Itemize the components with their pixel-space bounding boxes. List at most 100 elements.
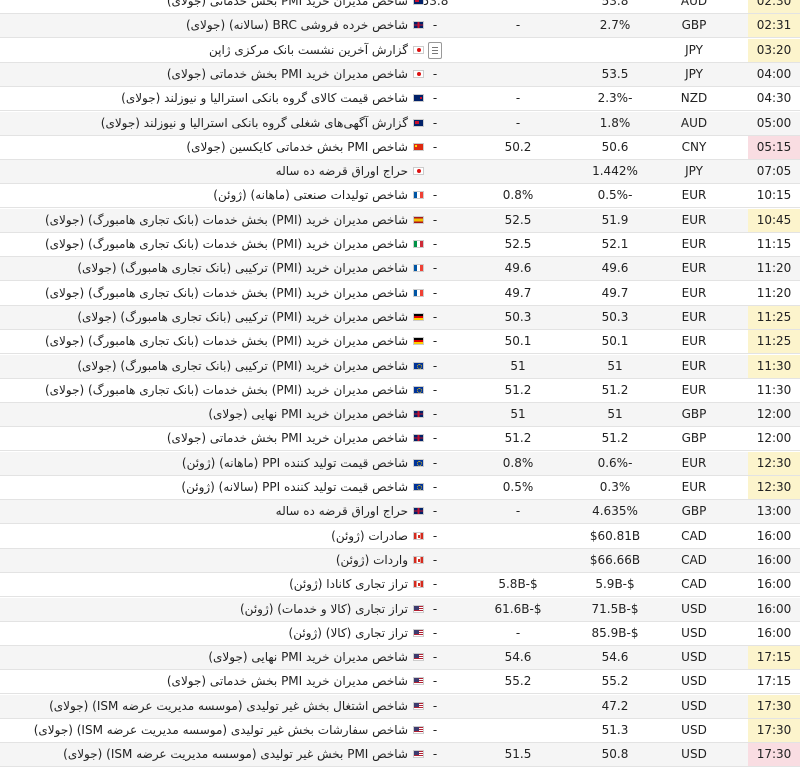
- event-name[interactable]: واردات (ژوئن): [336, 553, 408, 567]
- event-cell: شاخص مدیران خرید PMI بخش خدماتی (جولای): [0, 63, 424, 86]
- event-name[interactable]: شاخص تولیدات صنعتی (ماهانه) (ژوئن): [213, 188, 408, 202]
- event-name[interactable]: شاخص قیمت تولید کننده PPI (سالانه) (ژوئن…: [181, 480, 408, 494]
- event-row[interactable]: 17:15 USD 54.6 54.6- شاخص مدیران خرید PMI نه…: [0, 646, 800, 670]
- event-name[interactable]: شاخص مدیران خرید PMI بخش خدماتی (جولای): [167, 0, 408, 8]
- event-row[interactable]: 02:30 AUD 53.8 53.8 شاخص مدیران خرید PMI بخش…: [0, 0, 800, 14]
- event-name[interactable]: شاخص مدیران خرید (PMI) بخش خدمات (بانک ت…: [45, 334, 408, 348]
- event-row[interactable]: 12:30 EUR 0.6%- 0.8% - شاخص قیمت تولید کننده …: [0, 452, 800, 476]
- event-currency: CAD: [681, 577, 707, 591]
- event-name[interactable]: شاخص مدیران خرید (PMI) ترکیبی (بانک تجار…: [77, 310, 408, 324]
- event-name[interactable]: شاخص قیمت تولید کننده PPI (ماهانه) (ژوئن…: [182, 456, 408, 470]
- event-row[interactable]: 16:00 USD 71.5B-$ 61.6B-$ - تراز تجاری (کالا …: [0, 598, 800, 622]
- event-name[interactable]: شاخص مدیران خرید PMI نهایی (جولای): [208, 407, 408, 421]
- event-actual: 50.6: [601, 140, 629, 154]
- event-row[interactable]: 11:15 EUR 52.1 52.5- شاخص مدیران خرید (PMI) …: [0, 233, 800, 257]
- event-name[interactable]: تراز تجاری (کالا و خدمات) (ژوئن): [240, 602, 408, 616]
- event-row[interactable]: 17:15 USD 55.2 55.2- شاخص مدیران خرید PMI بخ…: [0, 670, 800, 694]
- event-row[interactable]: 11:20 EUR 49.7 49.7- شاخص مدیران خرید (PMI) …: [0, 282, 800, 306]
- event-row[interactable]: 03:20 JPY گزارش آخرین نشست بانک مرکزی ژاپن: [0, 39, 800, 63]
- event-row[interactable]: 16:00 CAD 5.9B-$ 5.8B-$ - تراز تجاری کانادا (…: [0, 573, 800, 597]
- event-name[interactable]: گزارش آگهی‌های شغلی گروه بانکی استرالیا …: [101, 116, 408, 130]
- event-name[interactable]: تراز تجاری (کالا) (ژوئن): [289, 626, 408, 640]
- document-icon[interactable]: [428, 42, 442, 59]
- event-time: 11:30: [748, 355, 800, 378]
- event-forecast: 54.6: [504, 650, 532, 664]
- event-actual: 47.2: [601, 699, 629, 713]
- event-name[interactable]: شاخص قیمت کالای گروه بانکی استرالیا و نی…: [121, 91, 408, 105]
- event-row[interactable]: 11:20 EUR 49.6 49.6- شاخص مدیران خرید (PMI) …: [0, 257, 800, 281]
- event-row[interactable]: 17:30 USD 47.2- شاخص اشتغال بخش غیر تولیدی …: [0, 695, 800, 719]
- event-time: 02:31: [748, 14, 800, 37]
- event-row[interactable]: 04:00 JPY 53.5- شاخص مدیران خرید PMI بخش خد…: [0, 63, 800, 87]
- event-name[interactable]: شاخص PMI بخش خدماتی کایکسین (جولای): [186, 140, 408, 154]
- event-currency: USD: [681, 650, 707, 664]
- event-name[interactable]: حراج اوراق قرضه ده ساله: [276, 504, 408, 518]
- event-actual: 85.9B-$: [591, 626, 639, 640]
- event-forecast: 50.3: [504, 310, 532, 324]
- event-row[interactable]: 07:05 JPY 1.442% حراج اوراق قرضه ده ساله: [0, 160, 800, 184]
- event-row[interactable]: 11:25 EUR 50.1 50.1- شاخص مدیران خرید (PMI) …: [0, 330, 800, 354]
- event-row[interactable]: 16:00 CAD $66.66B - واردات (ژوئن): [0, 549, 800, 573]
- event-row[interactable]: 05:15 CNY 50.6 50.2- شاخص PMI بخش خدماتی کای…: [0, 136, 800, 160]
- event-name[interactable]: تراز تجاری کانادا (ژوئن): [289, 577, 408, 591]
- event-forecast: 61.6B-$: [494, 602, 542, 616]
- event-name[interactable]: شاخص مدیران خرید (PMI) بخش خدمات (بانک ت…: [45, 237, 408, 251]
- event-row[interactable]: 11:30 EUR 51.2 51.2- شاخص مدیران خرید (PMI) …: [0, 379, 800, 403]
- event-name[interactable]: صادرات (ژوئن): [331, 529, 408, 543]
- event-actual: 71.5B-$: [591, 602, 639, 616]
- event-row[interactable]: 12:30 EUR 0.3% 0.5% - شاخص قیمت تولید کننده P…: [0, 476, 800, 500]
- event-name[interactable]: شاخص مدیران خرید (PMI) بخش خدمات (بانک ت…: [45, 213, 408, 227]
- event-row[interactable]: 12:00 GBP 51 51- شاخص مدیران خرید PMI نهایی …: [0, 403, 800, 427]
- event-name-wrap: حراج اوراق قرضه ده ساله: [276, 500, 424, 523]
- event-name[interactable]: شاخص مدیران خرید (PMI) ترکیبی (بانک تجار…: [77, 261, 408, 275]
- event-row[interactable]: 17:30 USD 51.3- شاخص سفارشات بخش غیر تولیدی…: [0, 719, 800, 743]
- event-name[interactable]: شاخص مدیران خرید PMI بخش خدماتی (جولای): [167, 431, 408, 445]
- event-forecast: -: [515, 626, 521, 640]
- event-cell: تراز تجاری (کالا و خدمات) (ژوئن): [0, 598, 424, 621]
- event-currency: JPY: [685, 43, 703, 57]
- event-name[interactable]: شاخص مدیران خرید PMI بخش خدماتی (جولای): [167, 674, 408, 688]
- event-row[interactable]: 02:31 GBP 2.7% - - شاخص خرده فروشی BRC (سالان…: [0, 14, 800, 38]
- event-name-wrap: واردات (ژوئن): [336, 549, 424, 572]
- event-forecast: 51.2: [504, 431, 532, 445]
- event-row[interactable]: 13:00 GBP 4.635% - - حراج اوراق قرضه ده ساله: [0, 500, 800, 524]
- event-actual: 49.7: [601, 286, 629, 300]
- event-time: 12:00: [756, 407, 792, 421]
- event-currency: CAD: [681, 553, 707, 567]
- event-name-wrap: شاخص مدیران خرید (PMI) بخش خدمات (بانک ت…: [45, 233, 424, 256]
- event-name[interactable]: حراج اوراق قرضه ده ساله: [276, 164, 408, 178]
- event-row[interactable]: 16:00 USD 85.9B-$ - - تراز تجاری (کالا) (ژوئن…: [0, 622, 800, 646]
- event-cell: شاخص مدیران خرید (PMI) بخش خدمات (بانک ت…: [0, 209, 424, 232]
- event-row[interactable]: 16:00 CAD $60.81B - صادرات (ژوئن): [0, 525, 800, 549]
- event-name[interactable]: شاخص مدیران خرید (PMI) ترکیبی (بانک تجار…: [77, 359, 408, 373]
- event-row[interactable]: 11:25 EUR 50.3 50.3- شاخص مدیران خرید (PMI) …: [0, 306, 800, 330]
- event-time: 17:30: [748, 695, 800, 718]
- event-name-wrap: شاخص مدیران خرید PMI بخش خدماتی (جولای): [167, 0, 424, 13]
- event-row[interactable]: 17:30 USD 50.8 51.5- شاخص PMI بخش غیر تولیدی…: [0, 743, 800, 767]
- event-time: 07:05: [756, 164, 792, 178]
- event-row[interactable]: 11:30 EUR 51 51- شاخص مدیران خرید (PMI) ترکی…: [0, 355, 800, 379]
- event-currency: EUR: [681, 383, 707, 397]
- event-actual: 55.2: [601, 674, 629, 688]
- event-name[interactable]: شاخص اشتغال بخش غیر تولیدی (موسسه مدیریت…: [49, 699, 408, 713]
- event-row[interactable]: 10:45 EUR 51.9 52.5- شاخص مدیران خرید (PMI) …: [0, 209, 800, 233]
- event-name[interactable]: شاخص مدیران خرید PMI بخش خدماتی (جولای): [167, 67, 408, 81]
- event-name[interactable]: شاخص مدیران خرید PMI نهایی (جولای): [208, 650, 408, 664]
- event-row[interactable]: 12:00 GBP 51.2 51.2- شاخص مدیران خرید PMI بخ…: [0, 427, 800, 451]
- event-name[interactable]: شاخص PMI بخش غیر تولیدی (موسسه مدیریت عر…: [63, 747, 408, 761]
- event-actual: 0.6%-: [597, 456, 633, 470]
- event-row[interactable]: 04:30 NZD 2.3%- - - شاخص قیمت کالای گروه بانک…: [0, 87, 800, 111]
- event-name[interactable]: شاخص مدیران خرید (PMI) بخش خدمات (بانک ت…: [45, 383, 408, 397]
- event-name-wrap: شاخص قیمت تولید کننده PPI (ماهانه) (ژوئن…: [182, 452, 424, 475]
- event-row[interactable]: 10:15 EUR 0.5%- 0.8% - شاخص تولیدات صنعتی (ما…: [0, 184, 800, 208]
- event-currency: EUR: [681, 261, 707, 275]
- event-name-wrap: حراج اوراق قرضه ده ساله: [276, 160, 424, 183]
- event-name[interactable]: گزارش آخرین نشست بانک مرکزی ژاپن: [209, 43, 408, 57]
- event-name[interactable]: شاخص سفارشات بخش غیر تولیدی (موسسه مدیری…: [34, 723, 408, 737]
- event-name[interactable]: شاخص خرده فروشی BRC (سالانه) (جولای): [186, 18, 408, 32]
- event-name[interactable]: شاخص مدیران خرید (PMI) بخش خدمات (بانک ت…: [45, 286, 408, 300]
- event-cell: واردات (ژوئن): [0, 549, 424, 572]
- event-time: 12:30: [748, 476, 800, 499]
- event-row[interactable]: 05:00 AUD 1.8% - - گزارش آگهی‌های شغلی گروه ب…: [0, 112, 800, 136]
- eu-flag-icon: [413, 361, 424, 370]
